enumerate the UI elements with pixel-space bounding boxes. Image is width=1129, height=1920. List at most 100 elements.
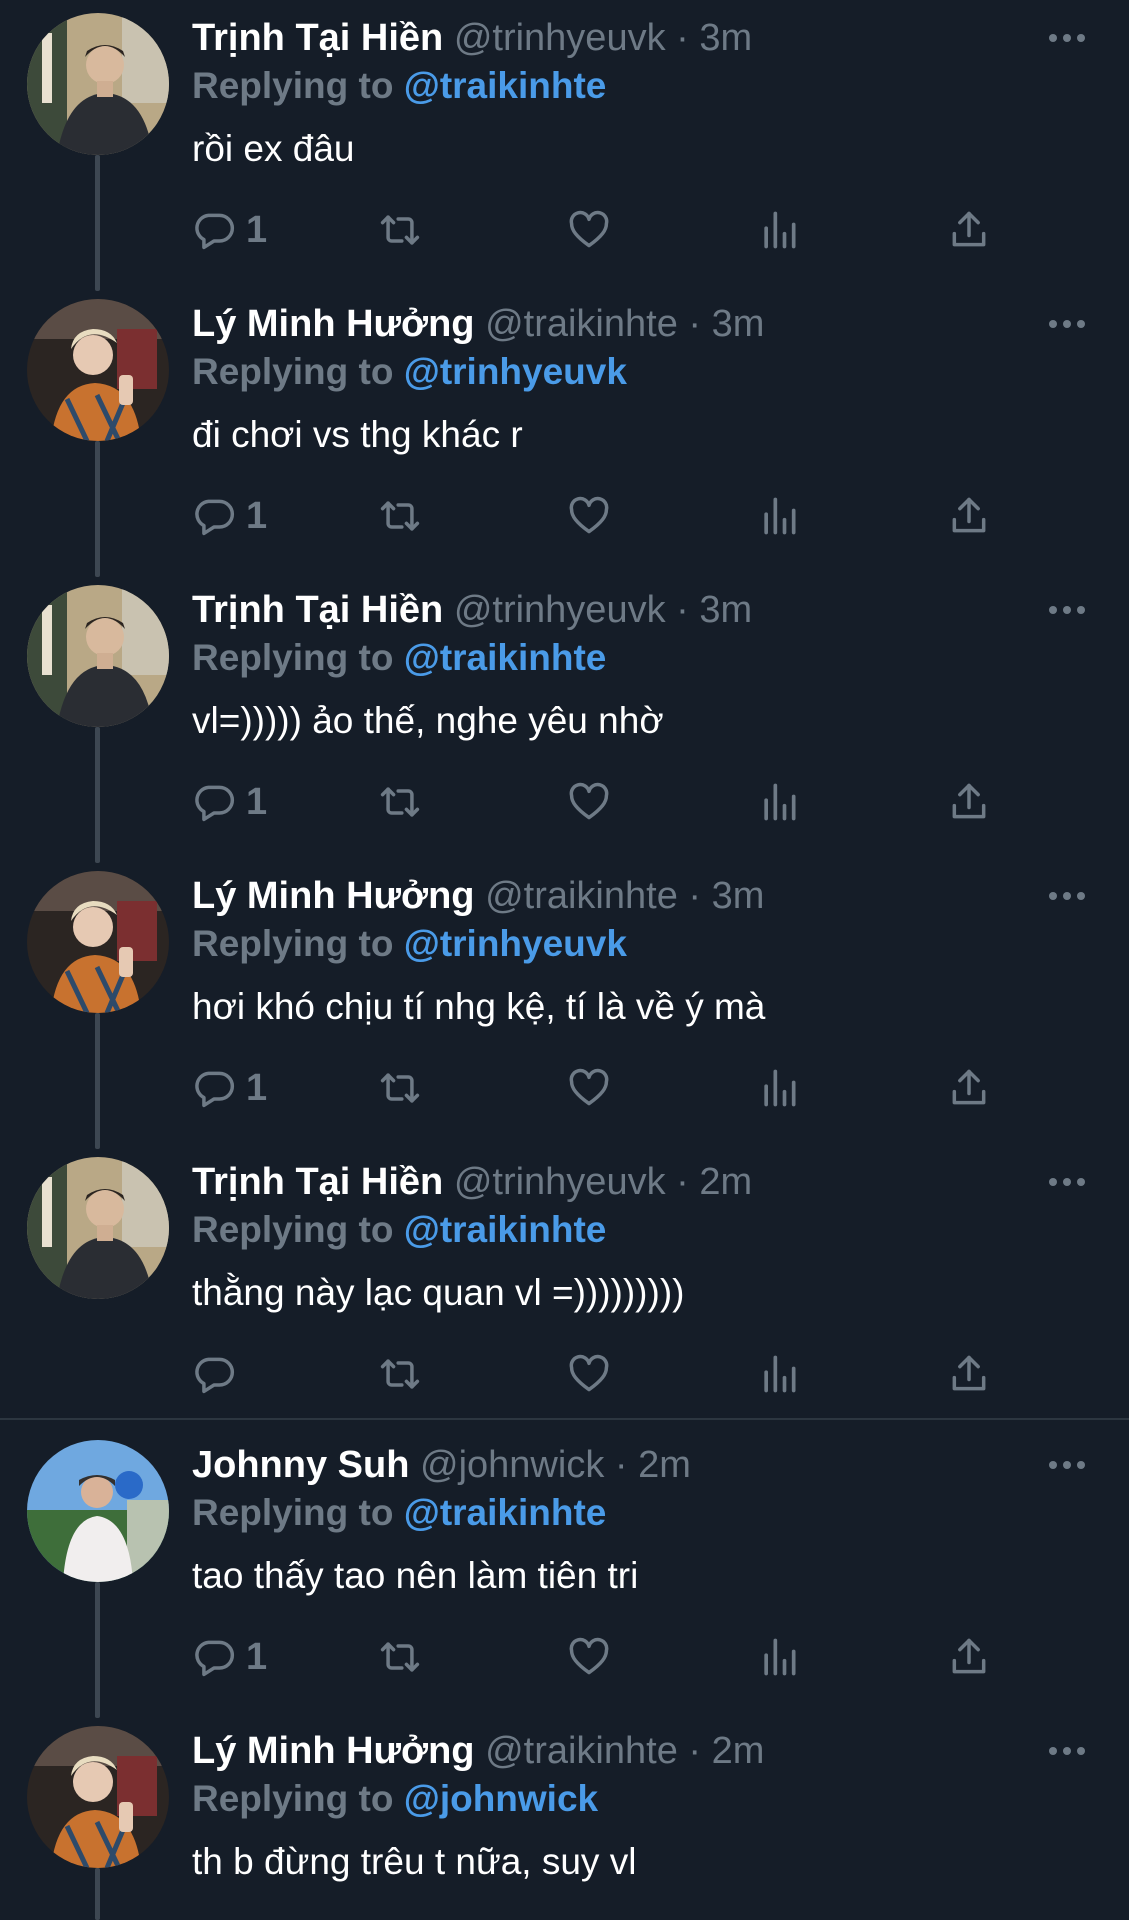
share-button[interactable] (947, 777, 991, 827)
views-button[interactable] (757, 1063, 801, 1113)
views-button[interactable] (757, 205, 801, 255)
tweet-text: vl=))))) ảo thế, nghe yêu nhờ (192, 700, 664, 741)
handle-and-time: @trinhyeuvk · 2m (453, 1161, 753, 1203)
reply-button[interactable]: 1 (192, 205, 267, 255)
avatar[interactable] (27, 299, 169, 441)
reply-tweet[interactable]: Lý Minh Hưởng @traikinhte · 2m Replying … (0, 1713, 1129, 1920)
retweet-icon (380, 1359, 420, 1389)
like-button[interactable] (567, 1349, 611, 1399)
reply-tweet[interactable]: Trịnh Tại Hiền @trinhyeuvk · 3m Replying… (0, 0, 1129, 291)
retweet-icon (380, 1642, 420, 1672)
reply-button[interactable]: 1 (192, 1063, 267, 1113)
avatar[interactable] (27, 13, 169, 155)
display-name[interactable]: Lý Minh Hưởng (192, 1730, 475, 1772)
analytics-icon (764, 1355, 796, 1393)
avatar-photo-ly (27, 1726, 169, 1868)
more-options-button[interactable] (1043, 880, 1091, 912)
display-name[interactable]: Lý Minh Hưởng (192, 875, 475, 917)
like-button[interactable] (567, 777, 611, 827)
reply-button[interactable]: 1 (192, 491, 267, 541)
share-button[interactable] (947, 205, 991, 255)
reply-tweet[interactable]: Lý Minh Hưởng @traikinhte · 3m Replying … (0, 858, 1129, 1149)
avatar[interactable] (27, 871, 169, 1013)
share-icon (952, 1638, 986, 1674)
reply-mention-link[interactable]: @trinhyeuvk (404, 351, 627, 392)
avatar-photo-trinh (27, 13, 169, 155)
share-icon (952, 1355, 986, 1391)
display-name[interactable]: Trịnh Tại Hiền (192, 17, 443, 59)
reply-tweet[interactable]: Trịnh Tại Hiền @trinhyeuvk · 2m Replying… (0, 1144, 1129, 1430)
reply-mention-link[interactable]: @johnwick (404, 1778, 598, 1819)
views-button[interactable] (757, 1632, 801, 1682)
heart-icon (569, 1637, 609, 1675)
analytics-icon (764, 1638, 796, 1676)
reply-count: 1 (246, 1636, 268, 1678)
share-icon (952, 1069, 986, 1105)
avatar[interactable] (27, 585, 169, 727)
reply-count: 1 (246, 495, 268, 537)
more-options-button[interactable] (1043, 594, 1091, 626)
display-name[interactable]: Johnny Suh (192, 1444, 409, 1486)
like-button[interactable] (567, 1063, 611, 1113)
reply-button[interactable] (192, 1349, 246, 1399)
display-name[interactable]: Lý Minh Hưởng (192, 303, 475, 345)
retweet-button[interactable] (377, 1349, 423, 1399)
more-dots-icon (1049, 34, 1085, 42)
analytics-icon (764, 211, 796, 249)
more-options-button[interactable] (1043, 22, 1091, 54)
share-button[interactable] (947, 1063, 991, 1113)
tweet-text: tao thấy tao nên làm tiên tri (192, 1555, 639, 1596)
display-name[interactable]: Trịnh Tại Hiền (192, 589, 443, 631)
more-options-button[interactable] (1043, 1166, 1091, 1198)
tweet-actions: 1 (192, 1063, 992, 1113)
tweet-text: th b đừng trêu t nữa, suy vl (192, 1841, 637, 1882)
reply-mention-link[interactable]: @traikinhte (404, 637, 607, 678)
share-button[interactable] (947, 491, 991, 541)
reply-tweet[interactable]: Johnny Suh @johnwick · 2m Replying to @t… (0, 1427, 1129, 1718)
like-button[interactable] (567, 491, 611, 541)
share-button[interactable] (947, 1349, 991, 1399)
retweet-button[interactable] (377, 1063, 423, 1113)
retweet-button[interactable] (377, 491, 423, 541)
retweet-button[interactable] (377, 1632, 423, 1682)
tweet-actions: 1 (192, 1632, 992, 1682)
reply-mention-link[interactable]: @traikinhte (404, 1209, 607, 1250)
reply-button[interactable]: 1 (192, 777, 267, 827)
retweet-button[interactable] (377, 777, 423, 827)
share-button[interactable] (947, 1632, 991, 1682)
tweet-header: Lý Minh Hưởng @traikinhte · 3m (192, 874, 1019, 918)
views-button[interactable] (757, 1349, 801, 1399)
display-name[interactable]: Trịnh Tại Hiền (192, 1161, 443, 1203)
views-button[interactable] (757, 491, 801, 541)
reply-mention-link[interactable]: @trinhyeuvk (404, 923, 627, 964)
reply-button[interactable]: 1 (192, 1632, 267, 1682)
replying-to: Replying to @traikinhte (192, 636, 606, 680)
avatar[interactable] (27, 1726, 169, 1868)
avatar[interactable] (27, 1440, 169, 1582)
retweet-button[interactable] (377, 205, 423, 255)
tweet-header: Lý Minh Hưởng @traikinhte · 3m (192, 302, 1019, 346)
views-button[interactable] (757, 777, 801, 827)
reply-icon (195, 785, 235, 822)
avatar-photo-trinh (27, 585, 169, 727)
handle-and-time: @trinhyeuvk · 3m (453, 17, 753, 59)
reply-mention-link[interactable]: @traikinhte (404, 1492, 607, 1533)
analytics-icon (764, 1069, 796, 1107)
replying-to-label: Replying to (192, 923, 394, 964)
analytics-icon (764, 497, 796, 535)
reply-mention-link[interactable]: @traikinhte (404, 65, 607, 106)
more-options-button[interactable] (1043, 1449, 1091, 1481)
reply-tweet[interactable]: Lý Minh Hưởng @traikinhte · 3m Replying … (0, 286, 1129, 577)
thread-connector-line (95, 1013, 100, 1149)
avatar[interactable] (27, 1157, 169, 1299)
reply-thread: Trịnh Tại Hiền @trinhyeuvk · 3m Replying… (0, 0, 1129, 1920)
replying-to: Replying to @traikinhte (192, 64, 606, 108)
reply-tweet[interactable]: Trịnh Tại Hiền @trinhyeuvk · 3m Replying… (0, 572, 1129, 863)
more-options-button[interactable] (1043, 1735, 1091, 1767)
handle-and-time: @johnwick · 2m (420, 1444, 691, 1486)
like-button[interactable] (567, 1632, 611, 1682)
replying-to-label: Replying to (192, 351, 394, 392)
tweet-text: hơi khó chịu tí nhg kệ, tí là về ý mà (192, 986, 766, 1027)
like-button[interactable] (567, 205, 611, 255)
more-options-button[interactable] (1043, 308, 1091, 340)
